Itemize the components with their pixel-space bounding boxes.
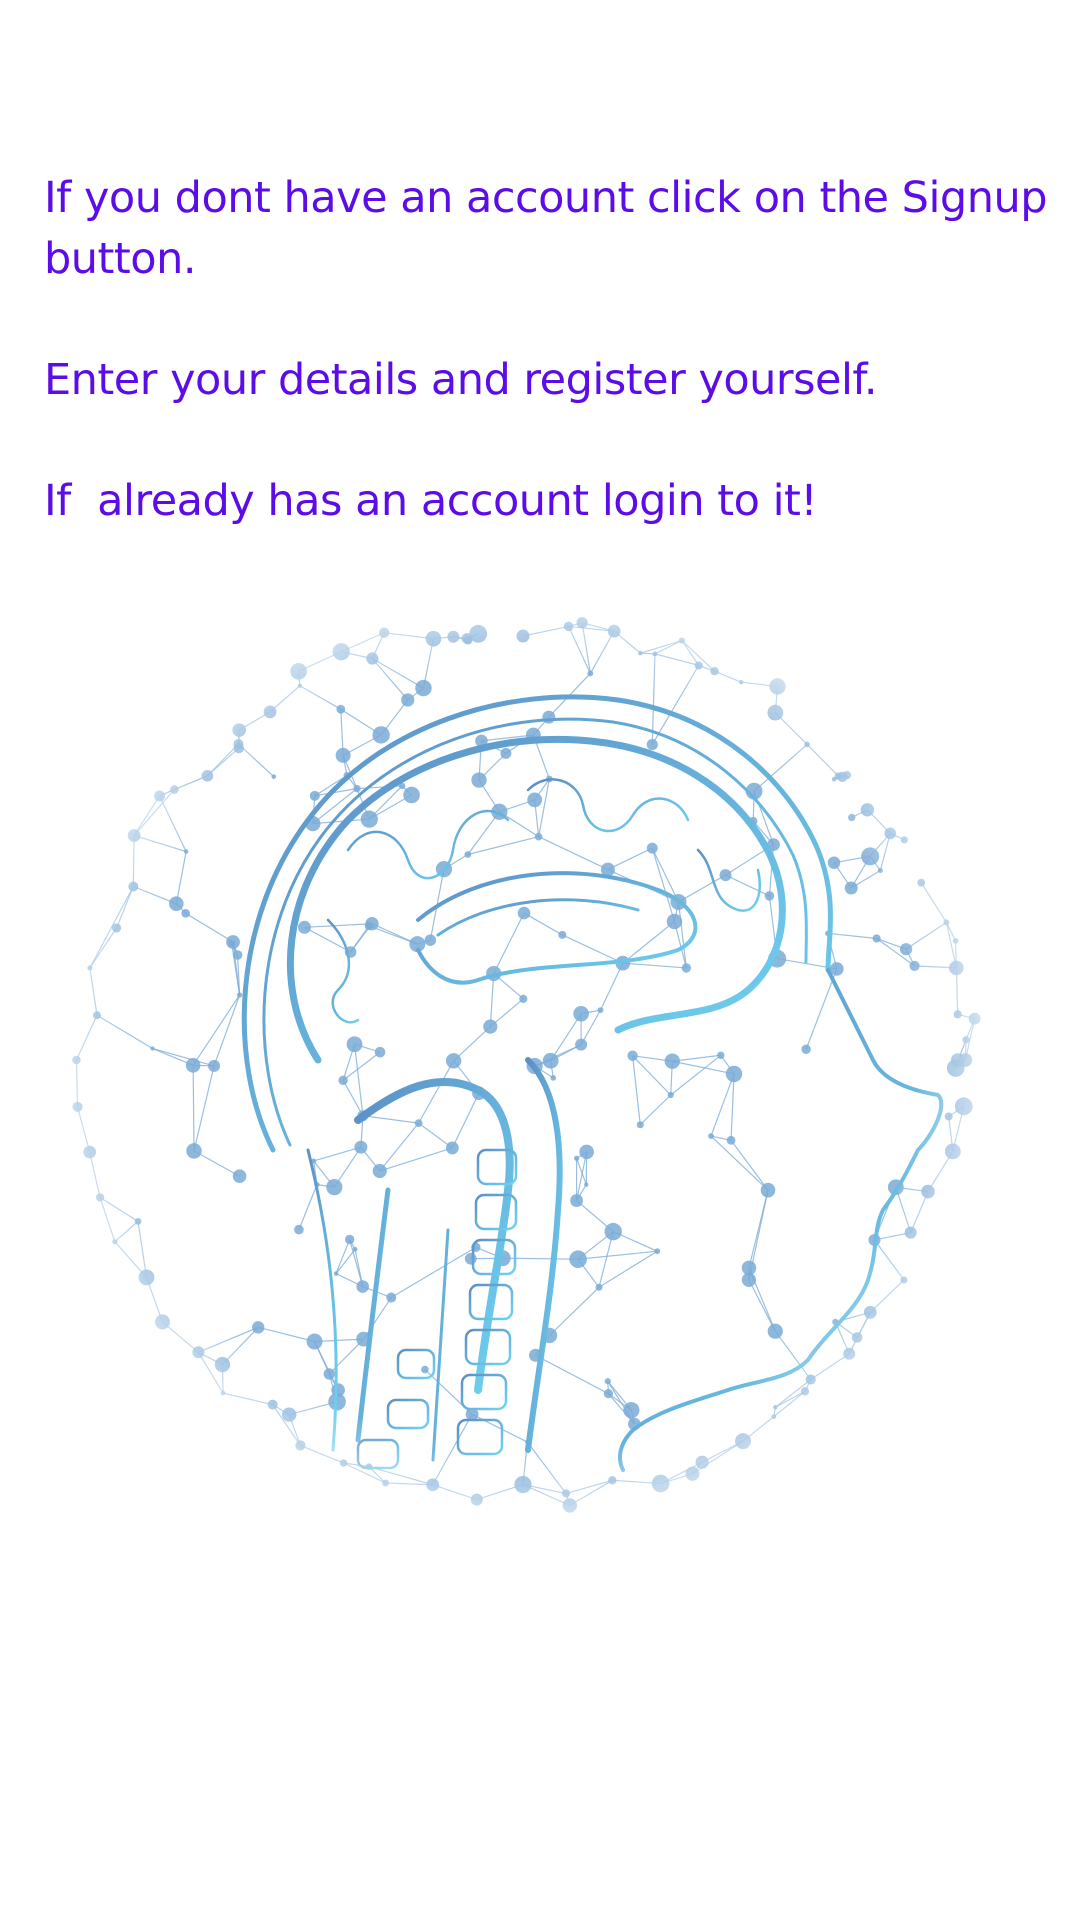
info-screen: If you dont have an account click on the… — [0, 0, 1080, 1920]
instruction-signup: If you dont have an account click on the… — [44, 173, 1061, 284]
brain-network-illustration — [58, 590, 988, 1530]
sphere-edge-fade — [61, 598, 985, 1522]
instruction-register: Enter your details and register yourself… — [44, 355, 878, 405]
brain-network-icon — [61, 598, 985, 1522]
instructions-text: If you dont have an account click on the… — [44, 168, 1054, 532]
instruction-login: If already has an account login to it! — [44, 476, 818, 526]
